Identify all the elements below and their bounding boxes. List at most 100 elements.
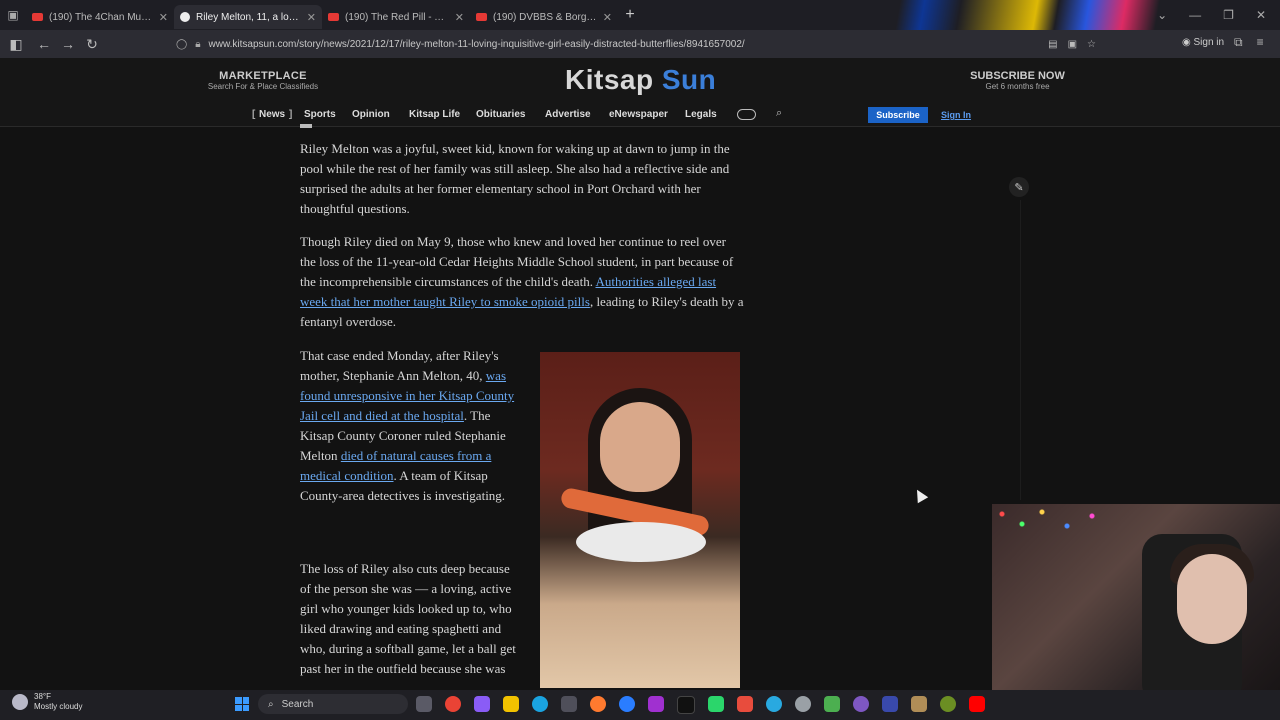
- edge-icon[interactable]: [532, 696, 548, 712]
- article-photo[interactable]: [540, 352, 740, 688]
- app-icon[interactable]: [708, 696, 724, 712]
- weather-condition: Mostly cloudy: [34, 702, 83, 711]
- file-explorer-icon[interactable]: [503, 696, 519, 712]
- windows-start-icon[interactable]: [235, 697, 249, 711]
- app-icon[interactable]: [882, 696, 898, 712]
- article-paragraph: The loss of Riley also cuts deep because…: [300, 561, 516, 676]
- cloud-icon: [12, 694, 28, 710]
- browser-tab[interactable]: (190) The 4Chan Murder... | The ✕: [26, 5, 174, 29]
- back-icon[interactable]: ←: [32, 36, 56, 52]
- firefox-icon[interactable]: [590, 696, 606, 712]
- youtube-icon: [476, 13, 487, 21]
- app-icon[interactable]: [940, 696, 956, 712]
- search-icon[interactable]: ⌕: [776, 107, 782, 120]
- marketplace-subtitle: Search For & Place Classifieds: [207, 82, 319, 91]
- marketplace-link[interactable]: MARKETPLACE Search For & Place Classifie…: [203, 70, 323, 91]
- sign-in-link[interactable]: Sign In: [941, 110, 971, 120]
- dark-mode-toggle[interactable]: [737, 109, 756, 120]
- subscribe-now-subtitle: Get 6 months free: [985, 82, 1050, 91]
- browser-tab-active[interactable]: Riley Melton, 11, a loving, inqu ✕: [174, 5, 322, 29]
- close-tab-icon[interactable]: ✕: [307, 11, 316, 24]
- workspaces-icon[interactable]: ▣: [0, 0, 26, 30]
- browser-toolbar: ◧ ← → ↻ ◯ 🔒︎ www.kitsapsun.com/story/new…: [0, 30, 1280, 58]
- app-icon[interactable]: [766, 696, 782, 712]
- app-icon[interactable]: [648, 696, 664, 712]
- close-tab-icon[interactable]: ✕: [159, 11, 168, 24]
- store-icon[interactable]: [561, 696, 577, 712]
- nav-bracket: [: [252, 109, 256, 120]
- app-icon[interactable]: [853, 696, 869, 712]
- article-paragraph: Though Riley died on May 9, those who kn…: [300, 234, 744, 329]
- sidebar-toggle-icon[interactable]: ◧: [4, 36, 28, 53]
- address-bar[interactable]: ◯ 🔒︎ www.kitsapsun.com/story/news/2021/1…: [176, 33, 1096, 55]
- extensions-icon[interactable]: ⧉: [1234, 35, 1243, 50]
- youtube-icon[interactable]: [969, 696, 985, 712]
- subscribe-button[interactable]: Subscribe: [868, 107, 928, 123]
- screenshot-icon[interactable]: ▣: [1068, 39, 1077, 50]
- close-tab-icon[interactable]: ✕: [603, 11, 612, 24]
- bookmark-star-icon[interactable]: ☆: [1087, 39, 1096, 50]
- nav-item-legals[interactable]: Legals: [685, 109, 717, 120]
- forward-icon[interactable]: →: [56, 36, 80, 52]
- pencil-icon[interactable]: ✎: [1009, 177, 1029, 197]
- window-controls: ⌄ — ❐ ✕: [1157, 0, 1280, 30]
- reload-icon[interactable]: ↻: [80, 36, 104, 53]
- nav-item-sports[interactable]: Sports: [304, 109, 336, 120]
- tab-list-icon[interactable]: ⌄: [1157, 8, 1167, 22]
- close-window-icon[interactable]: ✕: [1256, 8, 1266, 22]
- messenger-icon[interactable]: [619, 696, 635, 712]
- nav-item-obituaries[interactable]: Obituaries: [476, 109, 525, 120]
- tab-title: (190) The Red Pill - YouTube: [345, 11, 449, 23]
- tab-title: Riley Melton, 11, a loving, inqu: [196, 11, 301, 23]
- mouse-cursor: [911, 486, 929, 504]
- chrome-icon[interactable]: [445, 696, 461, 712]
- subscribe-now-title: SUBSCRIBE NOW: [970, 70, 1065, 82]
- maximize-icon[interactable]: ❐: [1223, 8, 1234, 22]
- article-paragraph: That case ended Monday, after Riley's mo…: [300, 348, 515, 503]
- app-icon[interactable]: [824, 696, 840, 712]
- settings-icon[interactable]: [795, 696, 811, 712]
- nav-item-advertise[interactable]: Advertise: [545, 109, 591, 120]
- youtube-icon: [32, 13, 43, 21]
- search-icon: ⌕: [268, 698, 274, 710]
- taskbar-apps: [416, 696, 985, 714]
- divider: [1020, 200, 1021, 500]
- account-icon: ◉: [1182, 37, 1191, 48]
- tab-title: (190) DVBBS & Borgeous - TSU: [493, 11, 597, 23]
- browser-tab[interactable]: (190) The Red Pill - YouTube ✕: [322, 5, 470, 29]
- weather-widget[interactable]: 38°F Mostly cloudy: [12, 692, 82, 712]
- app-icon[interactable]: [737, 696, 753, 712]
- app-icon[interactable]: [474, 696, 490, 712]
- subscribe-now-link[interactable]: SUBSCRIBE NOW Get 6 months free: [960, 70, 1075, 91]
- lock-icon[interactable]: 🔒︎: [195, 39, 200, 50]
- nav-item-opinion[interactable]: Opinion: [352, 109, 390, 120]
- nav-bracket: ]: [289, 109, 293, 120]
- browser-menu: ⧉ ≡: [1234, 35, 1264, 50]
- terminal-icon[interactable]: [677, 696, 695, 714]
- browser-theme-decoration: [870, 0, 1170, 30]
- task-view-icon[interactable]: [416, 696, 432, 712]
- nav-item-news[interactable]: News: [259, 109, 285, 120]
- app-icon[interactable]: [911, 696, 927, 712]
- url-text[interactable]: www.kitsapsun.com/story/news/2021/12/17/…: [209, 39, 745, 50]
- nav-indicator: [300, 124, 312, 128]
- webcam-overlay: [992, 504, 1280, 690]
- close-tab-icon[interactable]: ✕: [455, 11, 464, 24]
- weather-temperature: 38°F: [34, 692, 51, 701]
- youtube-icon: [328, 13, 339, 21]
- site-logo[interactable]: Kitsap Sun: [565, 64, 716, 96]
- nav-item-kitsap-life[interactable]: Kitsap Life: [409, 109, 460, 120]
- reader-view-icon[interactable]: ▤: [1048, 39, 1057, 50]
- taskbar-search[interactable]: ⌕ Search: [258, 694, 408, 714]
- shield-icon[interactable]: ◯: [176, 39, 187, 50]
- new-tab-button[interactable]: +: [618, 6, 642, 24]
- nav-item-enewspaper[interactable]: eNewspaper: [609, 109, 668, 120]
- browser-sign-in-button[interactable]: ◉ Sign in: [1182, 37, 1224, 48]
- browser-tab[interactable]: (190) DVBBS & Borgeous - TSU ✕: [470, 5, 618, 29]
- hamburger-menu-icon[interactable]: ≡: [1257, 35, 1264, 50]
- tab-title: (190) The 4Chan Murder... | The: [49, 11, 153, 23]
- kitsap-favicon-icon: [180, 12, 190, 22]
- article-paragraph: Riley Melton was a joyful, sweet kid, kn…: [300, 141, 730, 216]
- marketplace-title: MARKETPLACE: [219, 70, 307, 82]
- minimize-icon[interactable]: —: [1189, 8, 1201, 22]
